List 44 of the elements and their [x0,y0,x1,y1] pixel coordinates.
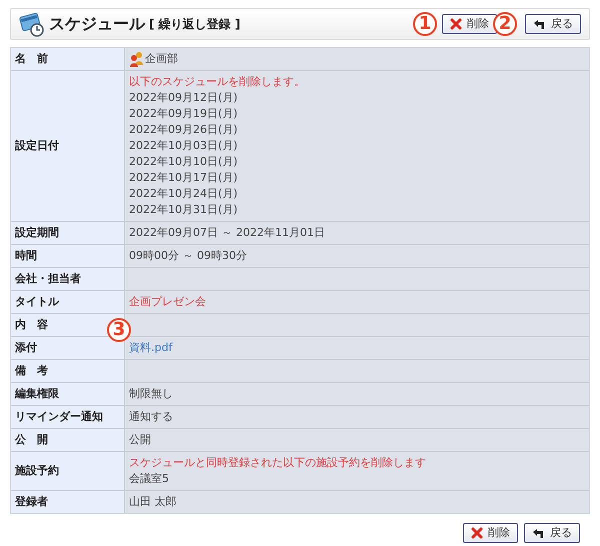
close-icon [471,527,483,539]
page-title: スケジュール [49,13,145,35]
row-label: 名 前 [11,48,125,70]
warning-text: スケジュールと同時登録された以下の施設予約を削除します [129,455,427,471]
row-label: 設定日付 [11,71,125,221]
value-text: 2022年10月17日(月) [129,170,239,186]
warning-text: 企画プレゼン会 [129,294,207,310]
group-icon [129,51,145,67]
row-label: 会社・担当者 [11,268,125,290]
value-text: 制限無し [129,386,174,402]
return-arrow-icon [533,18,546,30]
row-label: 添付 [11,337,125,359]
value-text: 山田 太郎 [129,494,178,510]
row-label: 備 考 [11,360,125,382]
value-text: 2022年10月10日(月) [129,154,239,170]
row-label: 公 開 [11,429,125,451]
row-label: 編集権限 [11,383,125,405]
row-label: 設定期間 [11,222,125,244]
value-text: 公開 [129,432,152,448]
page-subtitle: [ 繰り返し登録 ] [149,16,240,33]
row-label: 時間 [11,245,125,267]
value-text: 2022年09月26日(月) [129,122,239,138]
value-text: 2022年10月24日(月) [129,186,239,202]
return-arrow-icon [532,528,545,538]
value-text: 2022年10月31日(月) [129,202,239,218]
delete-button[interactable]: 削除 [442,14,497,34]
row-label: 施設予約 [11,452,125,490]
row-label: タイトル [11,291,125,313]
row-label: リマインダー通知 [11,406,125,428]
row-label: 登録者 [11,491,125,513]
value-text: 2022年09月12日(月) [129,90,239,106]
value-text: 2022年09月07日 ～ 2022年11月01日 [129,225,326,241]
back-button[interactable]: 戻る [525,14,581,34]
group-name: 企画部 [145,51,178,67]
value-text: 2022年09月19日(月) [129,106,239,122]
value-text: 通知する [129,409,174,425]
delete-button[interactable]: 削除 [463,523,518,543]
back-button[interactable]: 戻る [524,523,580,543]
value-text: 09時00分 ～ 09時30分 [129,248,248,264]
value-text: 2022年10月03日(月) [129,138,239,154]
close-icon [450,18,462,30]
calendar-clock-icon [19,11,45,37]
warning-text: 以下のスケジュールを削除します。 [129,74,306,90]
value-text: 会議室5 [129,471,170,487]
